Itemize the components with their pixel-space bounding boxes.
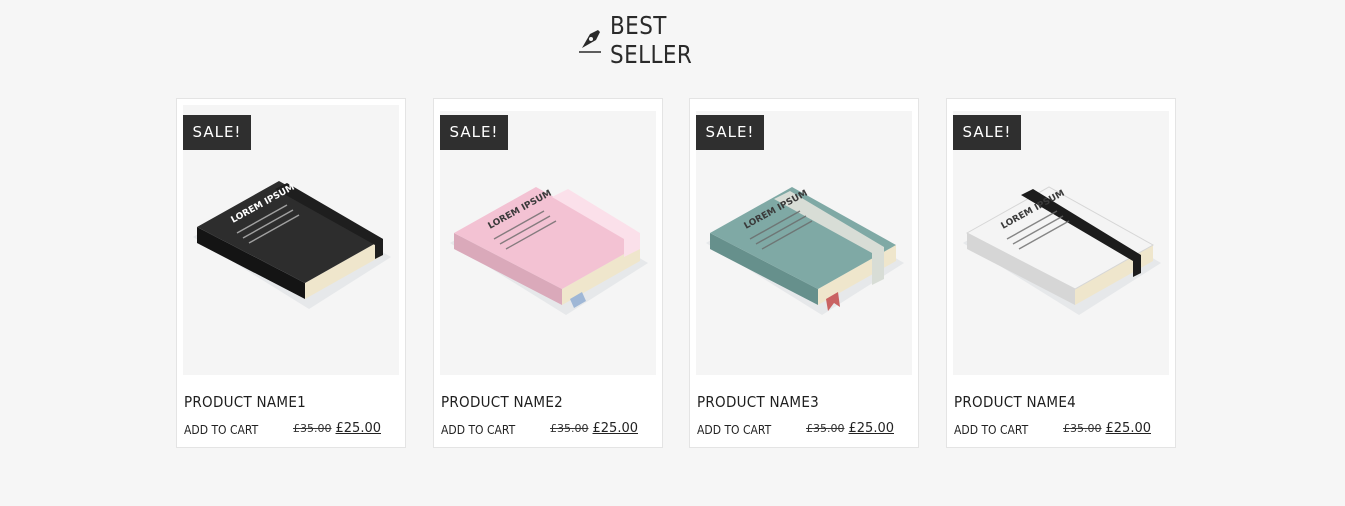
add-to-cart-button[interactable]: ADD TO CART bbox=[441, 423, 515, 437]
product-name[interactable]: PRODUCT NAME4 bbox=[954, 393, 1076, 411]
product-image[interactable]: LOREM IPSUM bbox=[440, 111, 656, 375]
add-to-cart-button[interactable]: ADD TO CART bbox=[184, 423, 258, 437]
product-card[interactable]: LOREM IPSUM SALE! PRODUCT NAME3 ADD TO C… bbox=[689, 98, 919, 448]
notebook-illustration: LOREM IPSUM bbox=[706, 187, 904, 315]
sale-badge: SALE! bbox=[953, 115, 1021, 150]
product-name[interactable]: PRODUCT NAME2 bbox=[441, 393, 563, 411]
product-image[interactable]: LOREM IPSUM bbox=[953, 111, 1169, 375]
sale-badge: SALE! bbox=[440, 115, 508, 150]
old-price: £35.00 bbox=[293, 422, 332, 435]
sale-price: £25.00 bbox=[335, 421, 382, 436]
sale-price: £25.00 bbox=[1105, 421, 1152, 436]
sale-price: £25.00 bbox=[848, 421, 895, 436]
sale-badge: SALE! bbox=[183, 115, 251, 150]
notebook-illustration: LOREM IPSUM bbox=[963, 186, 1161, 315]
old-price: £35.00 bbox=[550, 422, 589, 435]
product-name[interactable]: PRODUCT NAME1 bbox=[184, 393, 306, 411]
price: £35.00 £25.00 bbox=[293, 421, 381, 436]
price: £35.00 £25.00 bbox=[1063, 421, 1151, 436]
product-card[interactable]: LOREM IPSUM SALE! PRODUCT NAME2 ADD TO C… bbox=[433, 98, 663, 448]
add-to-cart-button[interactable]: ADD TO CART bbox=[954, 423, 1028, 437]
price: £35.00 £25.00 bbox=[550, 421, 638, 436]
pen-nib-icon bbox=[578, 30, 601, 53]
product-card[interactable]: LOREM IPSUM SALE! PRODUCT NAME4 ADD TO C… bbox=[946, 98, 1176, 448]
section-header: BEST SELLER bbox=[0, 11, 1345, 69]
old-price: £35.00 bbox=[1063, 422, 1102, 435]
product-name[interactable]: PRODUCT NAME3 bbox=[697, 393, 819, 411]
product-card[interactable]: LOREM IPSUM SALE! PRODUCT NAME1 ADD TO C… bbox=[176, 98, 406, 448]
add-to-cart-button[interactable]: ADD TO CART bbox=[697, 423, 771, 437]
sale-badge: SALE! bbox=[696, 115, 764, 150]
price: £35.00 £25.00 bbox=[806, 421, 894, 436]
section-title: BEST SELLER bbox=[609, 11, 692, 69]
product-image[interactable]: LOREM IPSUM bbox=[696, 111, 912, 375]
notebook-illustration: LOREM IPSUM bbox=[450, 187, 648, 315]
sale-price: £25.00 bbox=[592, 421, 639, 436]
old-price: £35.00 bbox=[806, 422, 845, 435]
